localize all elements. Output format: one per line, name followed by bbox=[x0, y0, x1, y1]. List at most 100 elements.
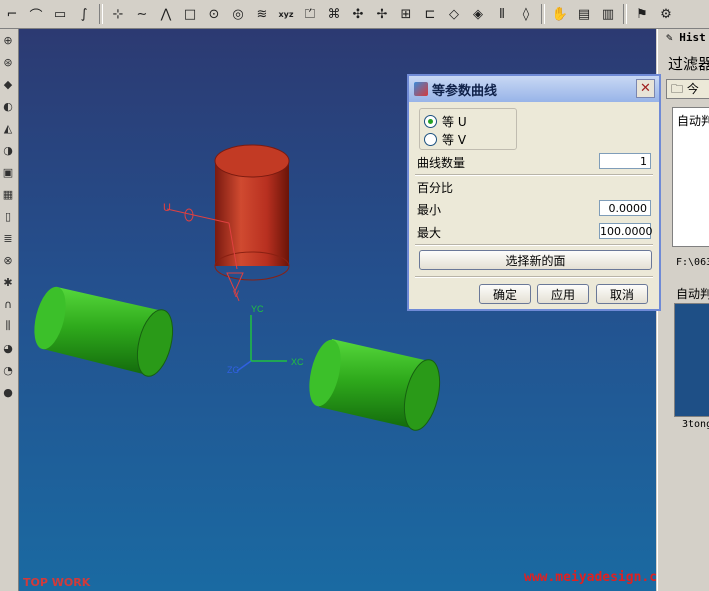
toolbar-separator bbox=[623, 4, 627, 24]
curve-icon[interactable]: ∼ bbox=[132, 4, 152, 24]
polyline-icon[interactable]: ⋀ bbox=[156, 4, 176, 24]
green-cylinder-left[interactable] bbox=[29, 284, 179, 380]
bridge-icon[interactable]: ✣ bbox=[348, 4, 368, 24]
drop-icon[interactable]: ● bbox=[0, 381, 16, 403]
iso-curve-dialog: 等参数曲线 ✕ 等 U 等 V 曲线数量 1 百分比 最小 0.0000 最大 … bbox=[407, 74, 661, 311]
smart-icon[interactable]: ◊ bbox=[516, 4, 536, 24]
cube-icon[interactable]: ◆ bbox=[0, 73, 16, 95]
arch-icon[interactable]: ∩ bbox=[0, 293, 16, 315]
circle2-icon[interactable]: ◎ bbox=[228, 4, 248, 24]
join-icon[interactable]: ◈ bbox=[468, 4, 488, 24]
xc-axis-label: XC bbox=[291, 357, 304, 367]
cone-icon[interactable]: ◭ bbox=[0, 117, 16, 139]
topwork-watermark: TOP WORK bbox=[23, 576, 91, 589]
layers-icon[interactable]: ≣ bbox=[0, 227, 16, 249]
book-icon[interactable]: ▯ bbox=[0, 205, 16, 227]
torus-icon[interactable]: ◐ bbox=[0, 95, 16, 117]
folder-icon: 🗀 bbox=[671, 82, 684, 96]
green-cylinder-right[interactable] bbox=[304, 337, 446, 434]
main-toolbar: ⌐ ⌒ ▭ ∫ ⊹ ∼ ⋀ □ ⊙ ◎ ≋ xyz ⏍ ⌘ ✣ ✢ ⊞ ⊏ ◇ … bbox=[0, 0, 709, 29]
apply-button[interactable]: 应用 bbox=[537, 284, 589, 304]
min-input[interactable]: 0.0000 bbox=[599, 200, 651, 216]
wcs-triad bbox=[236, 315, 287, 372]
history-tab-label: 今 bbox=[686, 82, 699, 96]
filter-label: 过滤器 bbox=[668, 55, 709, 73]
radio-iso-v-label: 等 V bbox=[442, 133, 467, 147]
thumbnail-pane[interactable] bbox=[674, 303, 709, 417]
min-label: 最小 bbox=[417, 203, 442, 217]
shell-icon[interactable]: ◑ bbox=[0, 139, 16, 161]
select-new-face-button[interactable]: 选择新的面 bbox=[419, 250, 652, 270]
red-cylinder[interactable] bbox=[214, 144, 290, 281]
corner-icon[interactable]: ⌐ bbox=[2, 4, 22, 24]
history-title-text: Hist bbox=[679, 31, 706, 44]
hand-icon[interactable]: ✋ bbox=[550, 4, 570, 24]
point-icon[interactable]: ⊹ bbox=[108, 4, 128, 24]
layer-icon[interactable]: ▤ bbox=[574, 4, 594, 24]
flag-icon[interactable]: ⚑ bbox=[632, 4, 652, 24]
history-panel-title: ✎ Hist bbox=[666, 31, 706, 44]
trim-icon[interactable]: ⊏ bbox=[420, 4, 440, 24]
globe-icon[interactable]: ⊛ bbox=[0, 51, 16, 73]
auto-label-1: 自动判 bbox=[677, 114, 709, 128]
divider bbox=[415, 174, 653, 176]
toolbar-separator bbox=[99, 4, 103, 24]
iso-icon[interactable]: ⫴ bbox=[492, 4, 512, 24]
sketch-icon[interactable]: ▭ bbox=[50, 4, 70, 24]
cancel-button[interactable]: 取消 bbox=[596, 284, 648, 304]
stack-icon[interactable]: ▥ bbox=[598, 4, 618, 24]
zc-axis-label: ZC bbox=[227, 365, 239, 375]
radio-iso-v-dot bbox=[424, 133, 437, 146]
project-icon[interactable]: ⊞ bbox=[396, 4, 416, 24]
radio-iso-u-dot bbox=[424, 115, 437, 128]
divider bbox=[415, 244, 653, 246]
grid-icon[interactable]: ▦ bbox=[0, 183, 16, 205]
radio-iso-u-label: 等 U bbox=[442, 115, 467, 129]
column-icon[interactable]: ⫼ bbox=[0, 315, 16, 337]
history-tab[interactable]: 🗀 今 bbox=[666, 79, 709, 99]
rectangle-icon[interactable]: □ bbox=[180, 4, 200, 24]
bucket-icon[interactable]: ⊗ bbox=[0, 249, 16, 271]
fill-icon[interactable]: ◔ bbox=[0, 359, 16, 381]
radio-iso-u[interactable]: 等 U bbox=[424, 113, 467, 130]
gear-icon[interactable]: ✱ bbox=[0, 271, 16, 293]
offset-icon[interactable]: ⌘ bbox=[324, 4, 344, 24]
frame-icon[interactable]: ▣ bbox=[0, 161, 16, 183]
auto-label-2: 自动判 bbox=[676, 287, 709, 301]
max-input[interactable]: 100.0000 bbox=[599, 223, 653, 239]
file-name: 3tong bbox=[682, 419, 709, 430]
history-panel: ✎ Hist 过滤器 🗀 今 自动判 F:\063 自动判 3tong bbox=[657, 29, 709, 591]
divider bbox=[415, 276, 653, 278]
radio-iso-v[interactable]: 等 V bbox=[424, 131, 466, 148]
blend-icon[interactable]: ✢ bbox=[372, 4, 392, 24]
file-path: F:\063 bbox=[676, 257, 709, 268]
preview-pane: 自动判 bbox=[672, 107, 709, 247]
paint-icon[interactable]: ◕ bbox=[0, 337, 16, 359]
ok-button[interactable]: 确定 bbox=[479, 284, 531, 304]
sphere-icon[interactable]: ⊕ bbox=[0, 29, 16, 51]
curve-count-input[interactable]: 1 bbox=[599, 153, 651, 169]
extrude-icon[interactable]: ⏍ bbox=[300, 4, 320, 24]
circle-icon[interactable]: ⊙ bbox=[204, 4, 224, 24]
max-label: 最大 bbox=[417, 226, 442, 240]
toolbar-separator bbox=[541, 4, 545, 24]
curve-count-label: 曲线数量 bbox=[417, 156, 466, 170]
pin-icon: ✎ bbox=[666, 31, 673, 44]
spline-icon[interactable]: ∫ bbox=[74, 4, 94, 24]
u-axis-label: U bbox=[163, 202, 171, 214]
dialog-title: 等参数曲线 bbox=[432, 83, 498, 99]
arc-icon[interactable]: ⌒ bbox=[26, 4, 46, 24]
website-watermark: www.meiyadesign.com bbox=[524, 570, 656, 585]
yc-axis-label: YC bbox=[251, 304, 264, 314]
close-button[interactable]: ✕ bbox=[636, 79, 655, 98]
percent-label: 百分比 bbox=[417, 181, 454, 195]
app-icon bbox=[414, 82, 428, 96]
xyz-icon[interactable]: xyz bbox=[276, 4, 296, 24]
v-axis-label: V bbox=[233, 289, 239, 299]
mirror-icon[interactable]: ◇ bbox=[444, 4, 464, 24]
dialog-titlebar[interactable]: 等参数曲线 ✕ bbox=[409, 76, 659, 102]
analyze-icon[interactable]: ⚙ bbox=[656, 4, 676, 24]
direction-radio-group: 等 U 等 V bbox=[419, 108, 517, 150]
helix-icon[interactable]: ≋ bbox=[252, 4, 272, 24]
left-toolbar: ⊕ ⊛ ◆ ◐ ◭ ◑ ▣ ▦ ▯ ≣ ⊗ ✱ ∩ ⫼ ◕ ◔ ● bbox=[0, 29, 19, 591]
